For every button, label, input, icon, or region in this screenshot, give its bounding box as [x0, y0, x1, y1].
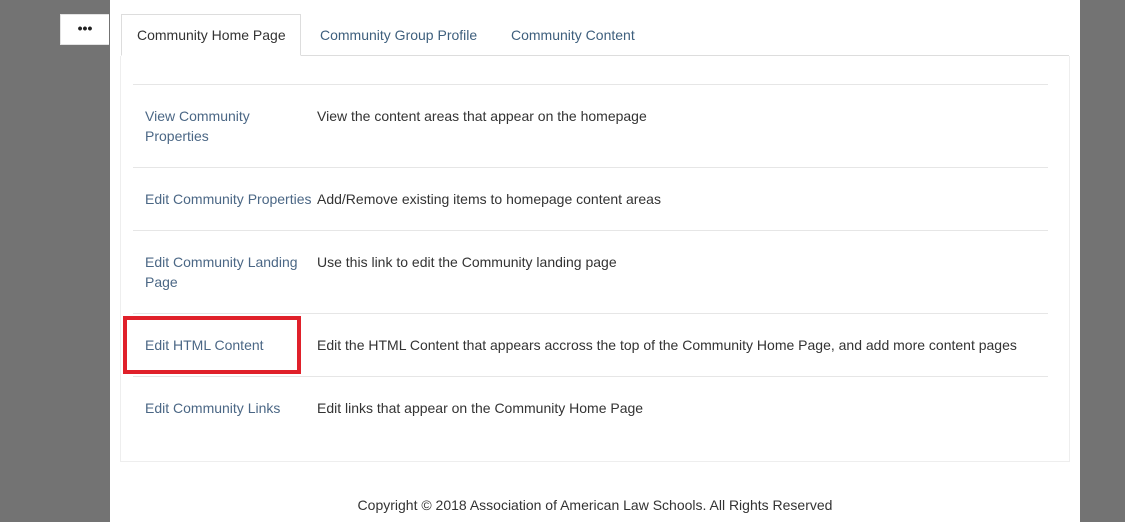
tab-community-group-profile[interactable]: Community Group Profile — [305, 14, 492, 56]
more-options-button[interactable]: ••• — [60, 14, 109, 45]
table-row: Edit Community Links Edit links that app… — [133, 376, 1048, 439]
main-page: Community Home Page Community Group Prof… — [110, 0, 1080, 522]
table-row: Edit Community Landing Page Use this lin… — [133, 230, 1048, 313]
view-community-properties-link[interactable]: View Community Properties — [133, 85, 317, 146]
tab-bar: Community Home Page Community Group Prof… — [121, 14, 1069, 56]
edit-community-links-link[interactable]: Edit Community Links — [133, 377, 317, 418]
footer-copyright: Copyright © 2018 Association of American… — [357, 497, 833, 513]
row-description: Use this link to edit the Community land… — [317, 254, 617, 270]
row-description: Edit links that appear on the Community … — [317, 400, 644, 416]
actions-table: View Community Properties View the conte… — [133, 84, 1048, 439]
highlight-box — [123, 316, 301, 374]
row-description: View the content areas that appear on th… — [317, 108, 647, 124]
table-row: Edit Community Properties Add/Remove exi… — [133, 167, 1048, 230]
row-description: Add/Remove existing items to homepage co… — [317, 191, 661, 207]
tab-community-home-page[interactable]: Community Home Page — [121, 14, 301, 56]
tab-panel: View Community Properties View the conte… — [120, 56, 1070, 462]
row-description: Edit the HTML Content that appears accro… — [317, 337, 1017, 353]
ellipsis-icon: ••• — [77, 19, 93, 36]
edit-community-properties-link[interactable]: Edit Community Properties — [133, 168, 317, 209]
edit-community-landing-page-link[interactable]: Edit Community Landing Page — [133, 231, 317, 292]
table-row: View Community Properties View the conte… — [133, 84, 1048, 167]
tab-community-content[interactable]: Community Content — [496, 14, 650, 56]
